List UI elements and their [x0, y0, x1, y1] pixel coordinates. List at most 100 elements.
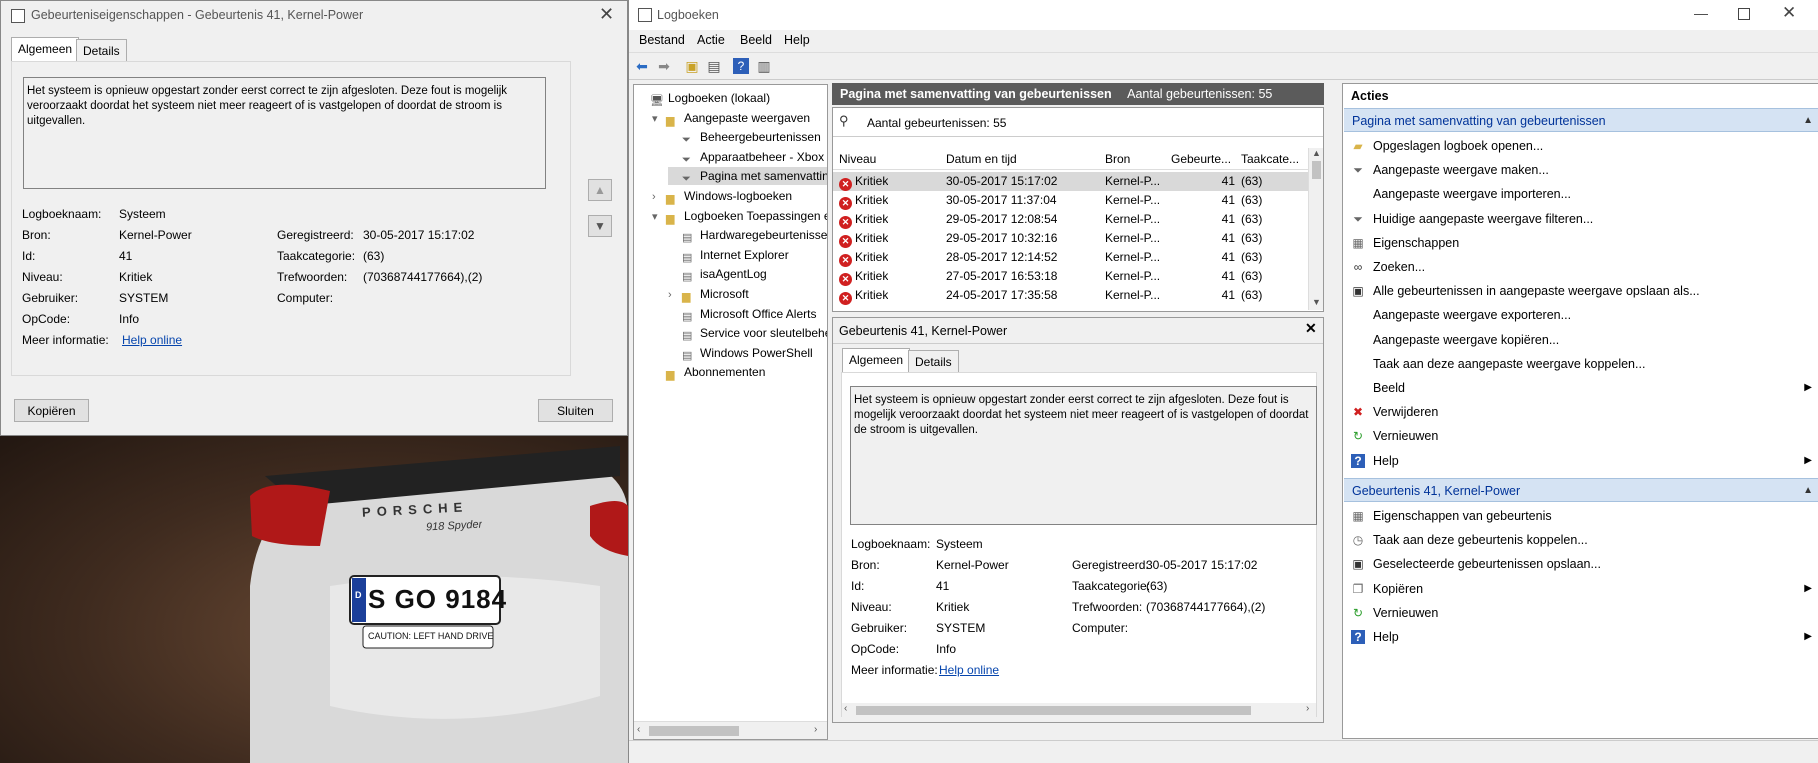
help-icon[interactable]: ? — [733, 58, 749, 74]
tree-item[interactable]: ▾ ▆ Aangepaste weergaven — [652, 109, 810, 127]
dialog-close-icon[interactable]: ✕ — [599, 4, 614, 25]
action-item[interactable]: ▦ Eigenschappen van gebeurtenis — [1343, 504, 1818, 528]
table-row[interactable]: ✕ Kritiek 30-05-2017 11:37:04 Kernel-P... 41… — [833, 191, 1308, 210]
menu-actie[interactable]: Actie — [697, 33, 725, 47]
scroll-right-icon[interactable]: › — [814, 724, 817, 735]
col-datum[interactable]: Datum en tijd — [946, 152, 1017, 166]
folder-up-icon[interactable]: ▣ — [682, 56, 702, 76]
action-item[interactable]: ▣ Alle gebeurtenissen in aangepaste weerg… — [1343, 279, 1818, 303]
detail-close-icon[interactable]: ✕ — [1305, 320, 1317, 337]
tree-item[interactable]: ▆ Abonnementen — [652, 363, 765, 381]
action-item[interactable]: Aangepaste weergave importeren... — [1343, 182, 1818, 206]
actions-section-event[interactable]: Gebeurtenis 41, Kernel-Power ▲ — [1344, 478, 1818, 502]
table-row[interactable]: ✕ Kritiek 27-05-2017 16:53:18 Kernel-P... 41… — [833, 267, 1308, 286]
tree-horizontal-scrollbar[interactable]: ‹ › — [634, 721, 827, 739]
tree-item[interactable]: › ▆ Microsoft — [668, 285, 749, 303]
menu-beeld[interactable]: Beeld — [740, 33, 772, 47]
tree-item[interactable]: ▤ Service voor sleutelbehee — [668, 324, 827, 342]
tree-item-label: Apparaatbeheer - Xbox W — [700, 149, 828, 164]
events-vertical-scrollbar[interactable]: ▲ ▼ — [1308, 148, 1323, 310]
action-item[interactable]: ❐ Kopiëren ▶ — [1343, 577, 1818, 601]
action-item[interactable]: ? Help ▶ — [1343, 625, 1818, 649]
window-close-icon[interactable]: ✕ — [1782, 3, 1796, 23]
help-online-link[interactable]: Help online — [122, 333, 182, 347]
action-item[interactable]: ▰ Opgeslagen logboek openen... — [1343, 134, 1818, 158]
detail-tab-algemeen[interactable]: Algemeen — [842, 348, 911, 373]
detail-scroll-thumb[interactable] — [856, 706, 1251, 715]
table-row[interactable]: ✕ Kritiek 29-05-2017 12:08:54 Kernel-P... 41… — [833, 210, 1308, 229]
forward-arrow-icon[interactable]: ➡ — [654, 56, 674, 76]
action-item[interactable]: Taak aan deze aangepaste weergave koppel… — [1343, 352, 1818, 376]
tree-scroll-thumb[interactable] — [649, 726, 739, 736]
scroll-left-icon[interactable]: ‹ — [637, 724, 640, 735]
scroll-up-button[interactable]: ▲ — [588, 179, 612, 201]
collapse-up-icon[interactable]: ▲ — [1803, 479, 1813, 501]
action-item[interactable]: Beeld ▶ — [1343, 376, 1818, 400]
cell-text: Kritiek — [855, 193, 889, 207]
action-item[interactable]: ▣ Geselecteerde gebeurtenissen opslaan... — [1343, 552, 1818, 576]
submenu-arrow-icon: ▶ — [1804, 454, 1812, 466]
scroll-up-icon[interactable]: ▲ — [1312, 148, 1321, 158]
action-item[interactable]: Aangepaste weergave exporteren... — [1343, 303, 1818, 327]
actions-section-summary[interactable]: Pagina met samenvatting van gebeurteniss… — [1344, 108, 1818, 132]
col-bron[interactable]: Bron — [1105, 152, 1130, 166]
tree-item[interactable]: ▤ Hardwaregebeurtenissen — [668, 226, 827, 244]
scroll-down-button[interactable]: ▼ — [588, 215, 612, 237]
close-button[interactable]: Sluiten — [538, 399, 613, 422]
collapsed-chevron-icon[interactable]: › — [668, 286, 682, 304]
tab-details[interactable]: Details — [76, 39, 127, 61]
table-row[interactable]: ✕ Kritiek 24-05-2017 17:35:58 Kernel-P... 41… — [833, 286, 1308, 305]
tree-item[interactable]: ⏷ Pagina met samenvatting — [668, 167, 827, 186]
tree-item[interactable]: › ▆ Windows-logboeken — [652, 187, 792, 205]
col-gebeurtenis[interactable]: Gebeurte... — [1171, 152, 1231, 166]
action-item[interactable]: Aangepaste weergave kopiëren... — [1343, 328, 1818, 352]
detail-description[interactable]: Het systeem is opnieuw opgestart zonder … — [850, 386, 1317, 525]
detail-scroll-right-icon[interactable]: › — [1306, 703, 1309, 714]
detail-tab-details[interactable]: Details — [908, 350, 959, 372]
tree-item[interactable]: ⏷ Apparaatbeheer - Xbox W — [668, 148, 828, 166]
action-item[interactable]: ◷ Taak aan deze gebeurtenis koppelen... — [1343, 528, 1818, 552]
critical-error-icon: ✕ — [839, 216, 852, 229]
action-pane-icon[interactable]: ▥ — [754, 56, 774, 76]
action-item-label: Opgeslagen logboek openen... — [1373, 139, 1544, 153]
menu-help[interactable]: Help — [784, 33, 810, 47]
tree-item[interactable]: ▾ ▆ Logboeken Toepassingen en — [652, 207, 827, 226]
action-item[interactable]: ∞ Zoeken... — [1343, 255, 1818, 279]
table-row[interactable]: ✕ Kritiek 30-05-2017 15:17:02 Kernel-P... 41… — [833, 172, 1308, 191]
console-tree-icon[interactable]: ▤ — [704, 56, 724, 76]
action-item[interactable]: ⏷ Huidige aangepaste weergave filteren... — [1343, 207, 1818, 231]
table-row[interactable]: ✕ Kritiek 28-05-2017 12:14:52 Kernel-P... 41… — [833, 248, 1308, 267]
detail-help-online-link[interactable]: Help online — [939, 663, 999, 677]
copy-button[interactable]: Kopiëren — [14, 399, 89, 422]
action-item[interactable]: ✖ Verwijderen — [1343, 400, 1818, 424]
col-taakcategorie[interactable]: Taakcate... — [1241, 152, 1299, 166]
action-item[interactable]: ⏷ Aangepaste weergave maken... — [1343, 158, 1818, 182]
event-description[interactable]: Het systeem is opnieuw opgestart zonder … — [23, 77, 546, 189]
maximize-icon[interactable] — [1738, 8, 1750, 20]
expanded-chevron-icon[interactable]: ▾ — [652, 208, 666, 226]
tree-item[interactable]: ▤ Microsoft Office Alerts — [668, 305, 816, 323]
collapsed-chevron-icon[interactable]: › — [652, 188, 666, 206]
col-niveau[interactable]: Niveau — [839, 152, 876, 166]
navigation-tree: 🖥 Logboeken (lokaal) ▾ ▆ Aangepaste weergave… — [633, 84, 828, 740]
back-arrow-icon[interactable]: ⬅ — [632, 56, 652, 76]
action-item[interactable]: ↻ Vernieuwen — [1343, 424, 1818, 448]
scroll-down-icon[interactable]: ▼ — [1312, 297, 1321, 307]
tab-algemeen[interactable]: Algemeen — [11, 37, 80, 62]
detail-horizontal-scrollbar[interactable]: ‹ › — [842, 703, 1316, 717]
expanded-chevron-icon[interactable]: ▾ — [652, 110, 666, 128]
action-item[interactable]: ? Help ▶ — [1343, 449, 1818, 473]
tree-item[interactable]: ⏷ Beheergebeurtenissen — [668, 128, 821, 146]
minimize-icon[interactable]: — — [1694, 5, 1708, 21]
tree-item[interactable]: 🖥 Logboeken (lokaal) — [636, 89, 770, 107]
detail-scroll-left-icon[interactable]: ‹ — [844, 703, 847, 714]
collapse-up-icon[interactable]: ▲ — [1803, 109, 1813, 131]
action-item[interactable]: ▦ Eigenschappen — [1343, 231, 1818, 255]
tree-item[interactable]: ▤ isaAgentLog — [668, 265, 767, 283]
menu-bestand[interactable]: Bestand — [639, 33, 685, 47]
tree-item[interactable]: ▤ Internet Explorer — [668, 246, 789, 264]
events-scroll-thumb[interactable] — [1312, 161, 1321, 179]
table-row[interactable]: ✕ Kritiek 29-05-2017 10:32:16 Kernel-P... 41… — [833, 229, 1308, 248]
tree-item[interactable]: ▤ Windows PowerShell — [668, 344, 813, 362]
action-item[interactable]: ↻ Vernieuwen — [1343, 601, 1818, 625]
